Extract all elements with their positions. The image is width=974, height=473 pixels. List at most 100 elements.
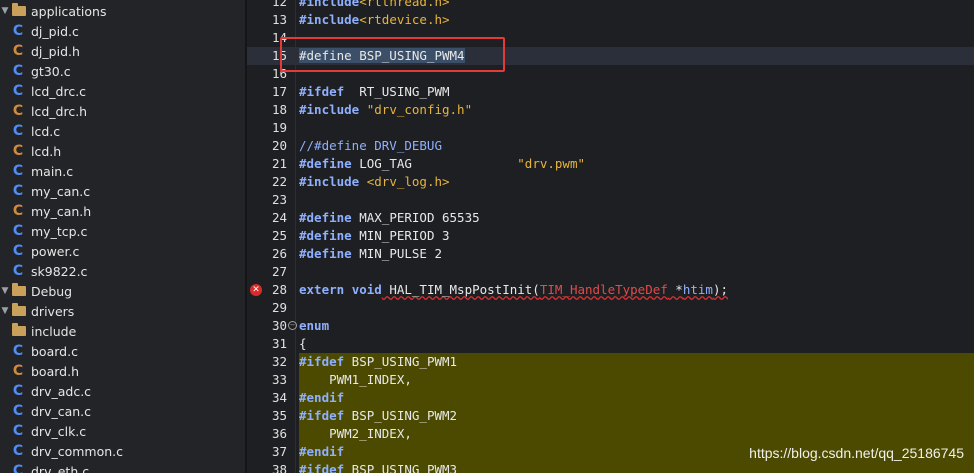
code-line[interactable]: 38 #ifdef BSP_USING_PWM3 xyxy=(247,461,974,473)
tree-file[interactable]: Csk9822.c xyxy=(0,261,245,281)
c-header-file-icon: C xyxy=(12,43,24,59)
code-line[interactable]: 18 #include "drv_config.h" xyxy=(247,101,974,119)
tree-file[interactable]: Clcd_drc.h xyxy=(0,101,245,121)
code-token: BSP_USING_PWM2 xyxy=(344,408,458,423)
line-number: 37 xyxy=(271,444,287,459)
code-token: #define xyxy=(299,156,352,171)
fold-toggle-icon[interactable]: − xyxy=(288,321,297,330)
tree-item-label: main.c xyxy=(31,163,74,179)
tree-folder[interactable]: ▼ applications xyxy=(0,1,245,21)
c-source-file-icon: C xyxy=(12,403,24,419)
code-line[interactable]: 24 #define MAX_PERIOD 65535 xyxy=(247,209,974,227)
tree-item-label: gt30.c xyxy=(31,63,71,79)
code-line[interactable]: 34 #endif xyxy=(247,389,974,407)
tree-file[interactable]: Cdrv_eth.c xyxy=(0,461,245,473)
code-token: MIN_PULSE 2 xyxy=(351,246,442,261)
code-token: #include xyxy=(299,174,360,189)
tree-item-label: lcd_drc.c xyxy=(31,83,87,99)
tree-file[interactable]: Clcd.h xyxy=(0,141,245,161)
code-text: #include "drv_config.h" xyxy=(299,101,974,119)
code-line[interactable]: 26 #define MIN_PULSE 2 xyxy=(247,245,974,263)
tree-item-label: board.h xyxy=(31,363,79,379)
tree-file[interactable]: Cdrv_can.c xyxy=(0,401,245,421)
tree-item-label: dj_pid.c xyxy=(31,23,79,39)
line-number: 23 xyxy=(271,192,287,207)
code-line[interactable]: 29 xyxy=(247,299,974,317)
c-source-file-icon: C xyxy=(12,383,24,399)
c-source-file-icon: C xyxy=(12,83,24,99)
code-text: #include <drv_log.h> xyxy=(299,173,974,191)
tree-file[interactable]: Cdj_pid.c xyxy=(0,21,245,41)
tree-item-label: drv_common.c xyxy=(31,443,124,459)
tree-file[interactable]: Cboard.c xyxy=(0,341,245,361)
code-line[interactable]: 21 #define LOG_TAG "drv.pwm" xyxy=(247,155,974,173)
code-line[interactable]: 22 #include <drv_log.h> xyxy=(247,173,974,191)
code-text: #define MIN_PULSE 2 xyxy=(299,245,974,263)
code-token: #ifdef xyxy=(299,462,345,473)
tree-file[interactable]: Cdrv_adc.c xyxy=(0,381,245,401)
line-number: 29 xyxy=(271,300,287,315)
code-token: #endif xyxy=(299,390,345,405)
code-token: PWM2_INDEX, xyxy=(299,426,412,441)
code-line[interactable]: 31 { xyxy=(247,335,974,353)
tree-item-label: Debug xyxy=(31,283,73,299)
line-number: 13 xyxy=(271,12,287,27)
code-line[interactable]: 25 #define MIN_PERIOD 3 xyxy=(247,227,974,245)
code-token: #include xyxy=(299,102,360,117)
tree-file[interactable]: Cpower.c xyxy=(0,241,245,261)
code-line[interactable]: 23 xyxy=(247,191,974,209)
code-token: htim xyxy=(682,282,713,297)
chevron-down-icon[interactable]: ▼ xyxy=(0,6,10,16)
line-number: 31 xyxy=(271,336,287,351)
code-line[interactable]: 20 //#define DRV_DEBUG xyxy=(247,137,974,155)
tree-file[interactable]: Clcd_drc.c xyxy=(0,81,245,101)
code-token: #include xyxy=(299,12,360,27)
code-token: void xyxy=(351,282,382,297)
tree-item-label: my_can.c xyxy=(31,183,91,199)
code-line[interactable]: 27 xyxy=(247,263,974,281)
tree-file[interactable]: Clcd.c xyxy=(0,121,245,141)
code-line[interactable]: 12 #include<rtthread.h> xyxy=(247,0,974,11)
code-token: "drv_config.h" xyxy=(366,102,473,117)
tree-file[interactable]: Cdj_pid.h xyxy=(0,41,245,61)
line-number: 34 xyxy=(271,390,287,405)
code-line[interactable]: 28 ✕ extern void HAL_TIM_MspPostInit(TIM_H… xyxy=(247,281,974,299)
chevron-down-icon[interactable]: ▼ xyxy=(0,286,10,296)
tree-folder[interactable]: ▼ drivers xyxy=(0,301,245,321)
code-token: PWM1_INDEX, xyxy=(299,372,412,387)
code-line[interactable]: 35 #ifdef BSP_USING_PWM2 xyxy=(247,407,974,425)
code-text: #define MIN_PERIOD 3 xyxy=(299,227,974,245)
code-line[interactable]: 36 PWM2_INDEX, xyxy=(247,425,974,443)
tree-file[interactable]: Cmy_tcp.c xyxy=(0,221,245,241)
tree-file[interactable]: Cboard.h xyxy=(0,361,245,381)
code-text: #ifdef RT_USING_PWM xyxy=(299,83,974,101)
tree-folder[interactable]: ▼ Debug xyxy=(0,281,245,301)
code-token: <rtthread.h> xyxy=(359,0,450,9)
code-line[interactable]: 32 #ifdef BSP_USING_PWM1 xyxy=(247,353,974,371)
c-source-file-icon: C xyxy=(12,63,24,79)
code-line[interactable]: 30− enum xyxy=(247,317,974,335)
code-text: #include<rtdevice.h> xyxy=(299,11,974,29)
chevron-down-icon[interactable]: ▼ xyxy=(0,306,10,316)
tree-file[interactable]: Cdrv_common.c xyxy=(0,441,245,461)
tree-file[interactable]: Cmy_can.c xyxy=(0,181,245,201)
tree-file[interactable]: Cmain.c xyxy=(0,161,245,181)
tree-file[interactable]: Cdrv_clk.c xyxy=(0,421,245,441)
tree-item-label: drv_clk.c xyxy=(31,423,87,439)
line-number: 33 xyxy=(271,372,287,387)
code-line[interactable]: 13 #include<rtdevice.h> xyxy=(247,11,974,29)
code-token: HAL_TIM_MspPostInit( xyxy=(381,282,540,297)
tree-item-label: drv_can.c xyxy=(31,403,92,419)
code-token: #ifdef xyxy=(299,408,345,423)
code-line[interactable]: 17 #ifdef RT_USING_PWM xyxy=(247,83,974,101)
code-line[interactable]: 33 PWM1_INDEX, xyxy=(247,371,974,389)
tree-file[interactable]: Cmy_can.h xyxy=(0,201,245,221)
code-line[interactable]: 19 xyxy=(247,119,974,137)
tree-folder[interactable]: include xyxy=(0,321,245,341)
error-icon[interactable]: ✕ xyxy=(250,284,262,296)
tree-item-label: drv_eth.c xyxy=(31,463,90,473)
tree-file[interactable]: Cgt30.c xyxy=(0,61,245,81)
